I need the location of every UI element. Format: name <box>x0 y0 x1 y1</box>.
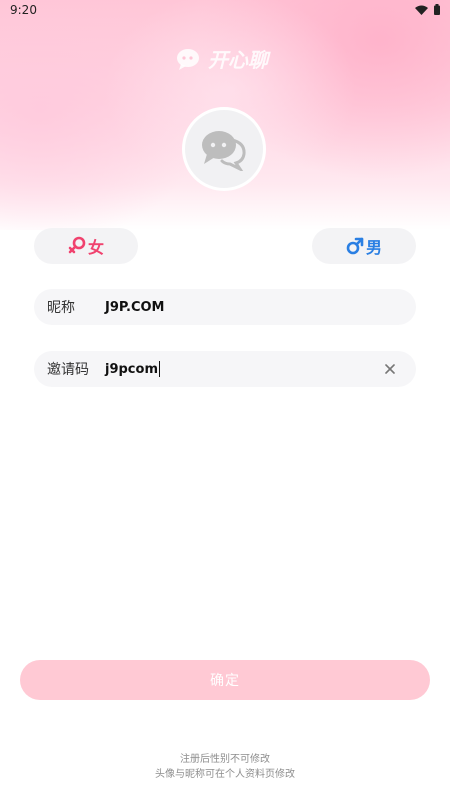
chat-bubbles-icon <box>202 131 246 171</box>
nickname-input[interactable]: J9P.COM <box>105 300 165 315</box>
gender-male-button[interactable]: 男 <box>312 228 416 264</box>
confirm-button[interactable]: 确定 <box>20 660 430 700</box>
wifi-icon <box>415 5 428 15</box>
gender-female-button[interactable]: 女 <box>34 228 138 264</box>
invite-code-field[interactable]: 邀请码 j9pcom <box>34 351 416 387</box>
status-bar: 9:20 <box>0 0 450 22</box>
invite-code-input[interactable]: j9pcom <box>105 361 160 377</box>
footer-note-profile: 头像与昵称可在个人资料页修改 <box>155 769 295 780</box>
gender-male-label: 男 <box>365 238 382 257</box>
avatar[interactable] <box>182 107 266 191</box>
close-icon <box>385 364 395 374</box>
invite-code-value: j9pcom <box>105 361 158 377</box>
battery-icon <box>434 4 440 15</box>
gender-female-label: 女 <box>87 238 104 257</box>
nickname-label: 昵称 <box>47 300 75 316</box>
status-time: 9:20 <box>10 3 37 17</box>
chat-bubble-icon <box>177 48 199 70</box>
app-logo-text: 开心聊 <box>208 48 268 72</box>
male-symbol-icon <box>346 237 364 255</box>
nickname-field[interactable]: 昵称 J9P.COM <box>34 289 416 325</box>
clear-invite-code-button[interactable] <box>382 361 398 377</box>
status-icons <box>415 4 440 15</box>
invite-code-label: 邀请码 <box>47 362 89 378</box>
app-logo: 开心聊 <box>176 44 268 73</box>
text-caret <box>159 361 160 377</box>
footer-note-gender: 注册后性别不可修改 <box>180 754 270 765</box>
female-symbol-icon <box>68 236 86 254</box>
